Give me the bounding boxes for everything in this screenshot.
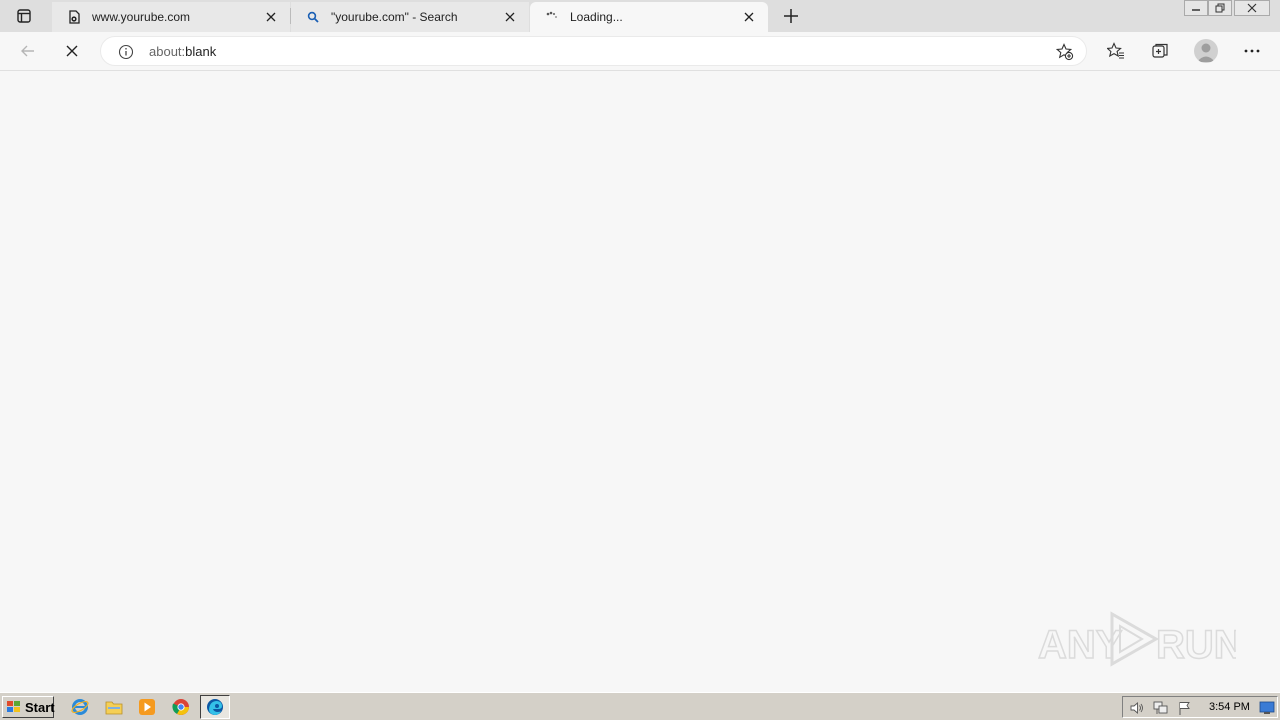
tab-loading[interactable]: Loading... — [530, 2, 768, 32]
tab-title: www.yourube.com — [92, 10, 191, 24]
collections-icon[interactable] — [1148, 39, 1172, 63]
network-icon[interactable] — [1153, 700, 1169, 716]
info-icon[interactable] — [117, 43, 135, 61]
start-label: Start — [25, 699, 55, 715]
internet-explorer-icon[interactable] — [70, 697, 90, 717]
chrome-icon[interactable] — [171, 697, 191, 717]
loading-spinner-icon — [544, 9, 560, 25]
taskbar-clock[interactable]: 3:54 PM — [1209, 701, 1250, 713]
tab-bar: www.yourube.com "yourube.com" - Search L… — [0, 0, 1280, 32]
volume-icon[interactable] — [1129, 700, 1145, 716]
tab-search[interactable]: "yourube.com" - Search — [291, 2, 529, 32]
tab-yourube[interactable]: www.yourube.com — [52, 2, 290, 32]
close-tab-icon[interactable] — [503, 10, 517, 24]
svg-text:ANY: ANY — [1038, 623, 1123, 667]
search-icon — [305, 9, 321, 25]
close-tab-icon[interactable] — [264, 10, 278, 24]
tab-title: Loading... — [570, 10, 623, 24]
close-tab-icon[interactable] — [742, 10, 756, 24]
minimize-icon[interactable] — [1184, 0, 1208, 16]
new-tab-icon[interactable] — [780, 5, 802, 27]
anyrun-watermark-logo: ANY RUN — [1036, 608, 1243, 670]
windows-logo-icon — [6, 700, 22, 714]
add-favorite-icon[interactable] — [1056, 43, 1074, 61]
favorites-icon[interactable] — [1104, 39, 1128, 63]
url-scheme: about: — [149, 44, 186, 59]
start-button[interactable]: Start — [2, 696, 55, 718]
tab-title: "yourube.com" - Search — [331, 10, 458, 24]
profile-avatar-icon[interactable] — [1194, 39, 1218, 63]
svg-text:RUN: RUN — [1156, 623, 1236, 667]
back-arrow-icon[interactable] — [16, 39, 40, 63]
page-content — [0, 71, 1280, 692]
close-window-icon[interactable] — [1234, 0, 1270, 16]
file-explorer-icon[interactable] — [104, 697, 124, 717]
action-center-flag-icon[interactable] — [1177, 700, 1193, 716]
address-url[interactable]: about:blank — [149, 44, 216, 59]
more-options-icon[interactable] — [1240, 39, 1264, 63]
address-bar[interactable]: about:blank — [100, 36, 1087, 66]
taskbar: Start 3:54 PM — [0, 692, 1280, 720]
url-path: blank — [185, 44, 217, 59]
tab-actions-icon[interactable] — [10, 5, 38, 27]
edge-icon[interactable] — [205, 697, 225, 717]
browser-toolbar: about:blank — [0, 32, 1280, 71]
system-tray: 3:54 PM — [1122, 696, 1278, 718]
stop-loading-icon[interactable] — [60, 39, 84, 63]
document-lock-icon — [66, 9, 82, 25]
media-player-icon[interactable] — [137, 697, 157, 717]
show-desktop-icon[interactable] — [1259, 700, 1275, 716]
restore-icon[interactable] — [1208, 0, 1232, 16]
